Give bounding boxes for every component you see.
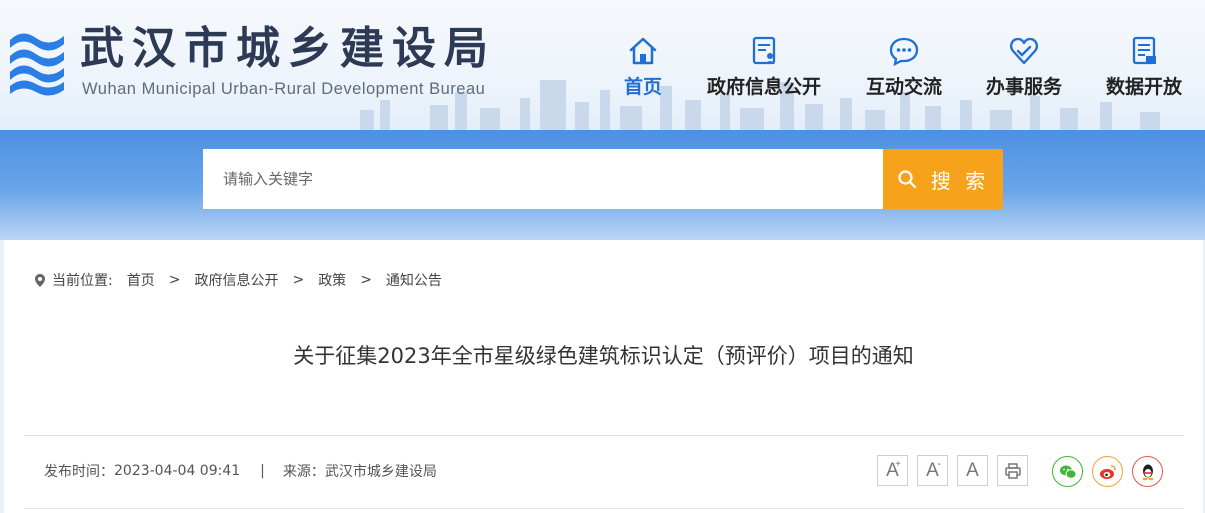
nav-item-label: 数据开放 [1105,76,1182,98]
meta-bottom-divider [24,508,1184,509]
heart-hands-icon [1010,37,1038,65]
font-size-tools: A + A - A [877,455,1028,486]
font-decrease-mark: - [937,458,941,470]
article-content-card: 当前位置: 首页 > 政府信息公开 > 政策 > 通知公告 关于征集2023年全… [4,240,1203,513]
breadcrumb-separator: > [360,272,372,288]
data-document-icon [1132,36,1156,65]
breadcrumb-item-notices[interactable]: 通知公告 [386,270,442,290]
breadcrumb-item-gov-info[interactable]: 政府信息公开 [194,270,278,290]
main-navigation: 首页 政府信息公开 互动交流 办事服务 数据开放 [600,36,1200,102]
breadcrumb-separator: > [168,272,181,288]
site-header: 武汉市城乡建设局 Wuhan Municipal Urban-Rural Dev… [0,0,1205,130]
nav-item-open-data[interactable]: 数据开放 [1102,36,1186,102]
font-increase-button[interactable]: A + [877,455,908,486]
site-subtitle: Wuhan Municipal Urban-Rural Development … [82,80,486,98]
breadcrumb: 当前位置: 首页 > 政府信息公开 > 政策 > 通知公告 [34,270,442,290]
nav-item-label: 办事服务 [985,76,1062,98]
printer-icon [1004,462,1021,479]
share-tools [1052,456,1163,487]
font-reset-label: A [966,459,979,481]
source-value: 武汉市城乡建设局 [324,464,437,480]
search-input[interactable] [203,149,883,209]
meta-separator: | [260,463,265,479]
document-user-icon [752,36,776,65]
publish-time: 2023-04-04 09:41 [114,463,241,479]
share-weibo-button[interactable] [1092,456,1123,487]
bureau-logo-icon [10,33,64,96]
breadcrumb-item-home[interactable]: 首页 [127,270,155,290]
search-icon [898,170,916,189]
source-label: 来源： [282,464,325,480]
site-title: 武汉市城乡建设局 [80,23,496,74]
search-button-label: 搜 索 [930,168,990,193]
publish-time-label: 发布时间： [44,464,114,480]
font-decrease-button[interactable]: A - [917,455,948,486]
font-increase-mark: + [895,459,901,470]
weibo-icon [1099,464,1116,479]
font-reset-button[interactable]: A [957,455,988,486]
nav-item-home[interactable]: 首页 [618,36,668,102]
nav-item-label: 首页 [623,76,662,98]
share-qq-button[interactable] [1132,456,1163,487]
wechat-icon [1059,465,1076,479]
home-icon [629,37,657,65]
title-divider [24,435,1184,436]
breadcrumb-prefix: 当前位置: [52,273,113,289]
breadcrumb-item-policy[interactable]: 政策 [318,270,346,290]
print-button[interactable] [997,455,1028,486]
nav-item-gov-info[interactable]: 政府信息公开 [702,36,826,102]
nav-item-services[interactable]: 办事服务 [982,36,1066,102]
location-pin-icon [35,273,45,287]
article-title: 关于征集2023年全市星级绿色建筑标识认定（预评价）项目的通知 [293,344,914,368]
chat-bubble-icon [889,37,919,66]
nav-item-label: 互动交流 [865,76,942,98]
share-wechat-button[interactable] [1052,456,1083,487]
nav-item-interaction[interactable]: 互动交流 [862,36,946,102]
qq-penguin-icon [1142,464,1153,480]
search-button[interactable]: 搜 索 [883,149,1003,209]
breadcrumb-separator: > [292,272,305,288]
nav-item-label: 政府信息公开 [706,76,821,98]
article-meta: 发布时间： 2023-04-04 09:41 | 来源： 武汉市城乡建设局 [44,461,437,481]
